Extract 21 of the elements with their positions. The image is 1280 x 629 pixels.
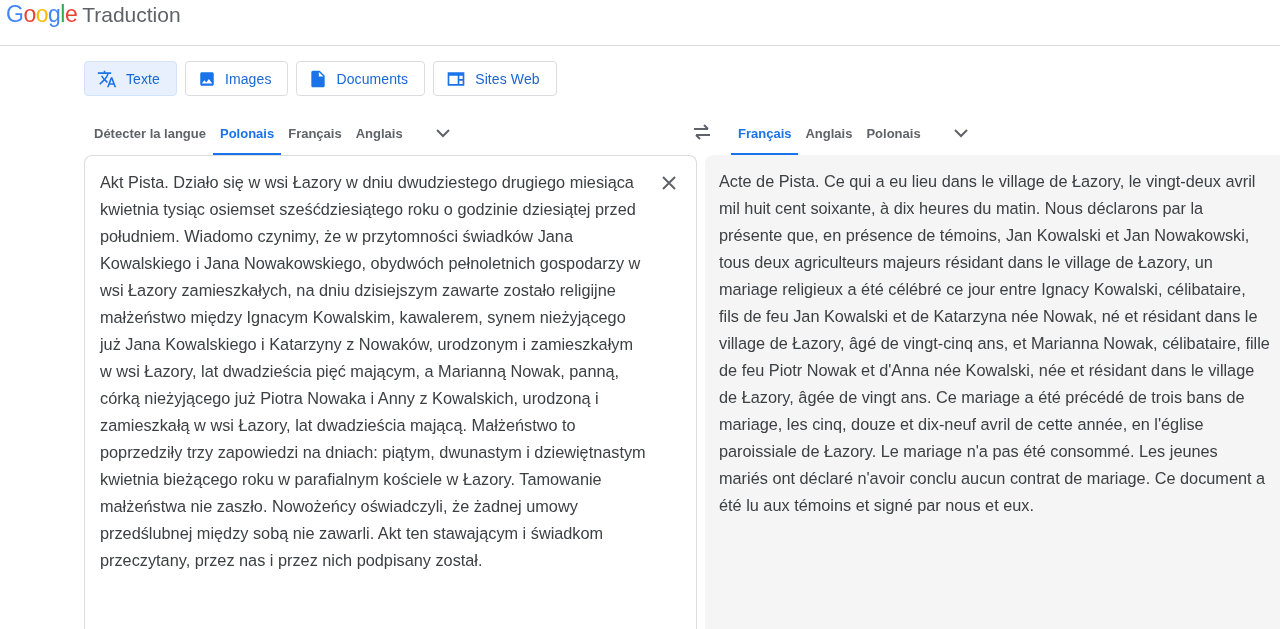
chevron-down-icon[interactable]: [953, 128, 968, 138]
translation-text: Acte de Pista. Ce qui a eu lieu dans le village de Łazory, le vingt-deux avril mil huit cent soixante, à dix heures du matin. Nous déclarons par la présente que, en présence de témoins, Jan Kowalski et Jan Nowakowski, tous deux agriculteurs majeurs résidant dans le village de Łazory, un mariage religieux a été célébré ce jour entre Ignacy Kowalski, célibataire, fils de feu Jan Kowalski et de Katarzyna née Nowak, né et résidant dans le village de Łazory, âgé de vingt-cinq ans, et Marianna Nowak, célibataire, fille de feu Piotr Nowak et d'Anna née Kowalski, née et résidant dans le village de Łazory, âgée de vingt ans. Ce mariage a été précédé de trois bans de mariage, les cinq, douze et dix-neuf avril de cette année, en l'église paroissiale de Łazory. Le mariage n'a pas été consommé. Les jeunes mariés ont déclaré n'avoir conclu aucun contrat de mariage. Ce document a été lu aux témoins et signé par nous et eux.: [719, 171, 1270, 516]
language-tab[interactable]: Polonais: [859, 113, 928, 155]
app-title: Traduction: [82, 2, 181, 27]
close-icon[interactable]: [662, 176, 676, 190]
translate-icon: [97, 68, 117, 89]
image-icon: [197, 69, 216, 88]
language-tab[interactable]: Français: [281, 113, 349, 155]
mode-tab[interactable]: Sites Web: [433, 61, 557, 96]
document-icon: [309, 68, 328, 89]
mode-tab[interactable]: Images: [184, 61, 289, 96]
logo[interactable]: Google: [6, 1, 78, 28]
mode-tab[interactable]: Texte: [84, 61, 177, 96]
language-tab[interactable]: Détecter la langue: [87, 113, 213, 155]
web-page-icon: [446, 69, 467, 88]
language-tab[interactable]: Anglais: [798, 113, 860, 155]
language-tab[interactable]: Anglais: [348, 113, 410, 155]
chevron-down-icon[interactable]: [435, 128, 450, 138]
mode-tab[interactable]: Documents: [296, 61, 426, 96]
swap-arrows-icon[interactable]: [692, 124, 712, 140]
language-tab[interactable]: Polonais: [213, 113, 282, 155]
